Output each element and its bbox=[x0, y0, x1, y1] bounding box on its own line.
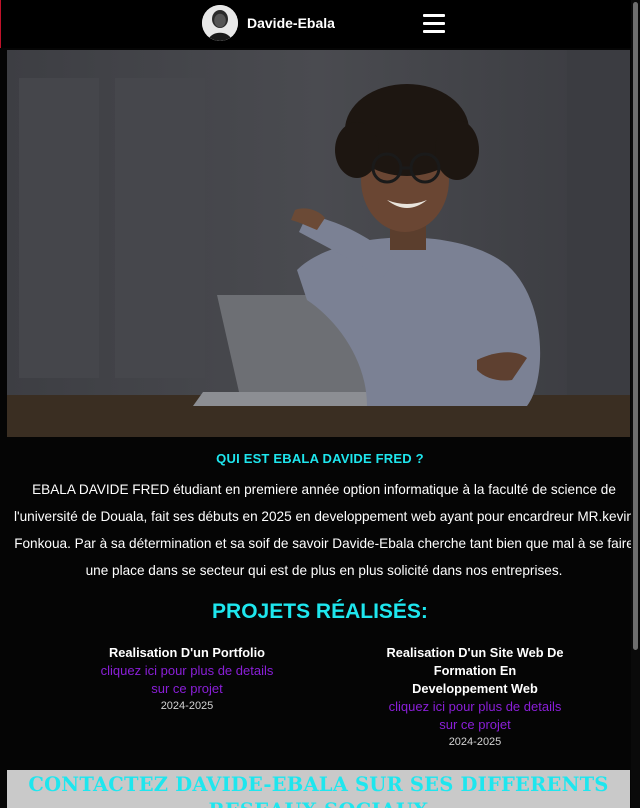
project-title: Realisation D'un Site Web De Formation E… bbox=[386, 645, 564, 696]
brand-name[interactable]: Davide-Ebala bbox=[247, 15, 335, 31]
hero-image bbox=[7, 50, 630, 437]
about-title: QUI EST EBALA DAVIDE FRED ? bbox=[216, 451, 424, 466]
project-card-portfolio: Realisation D'un Portfolio cliquez ici p… bbox=[97, 644, 277, 715]
avatar[interactable] bbox=[202, 5, 238, 41]
top-navbar: Davide-Ebala bbox=[0, 0, 640, 48]
project-date: 2024-2025 bbox=[448, 736, 502, 748]
project-details-link[interactable]: cliquez ici pour plus de details sur ce … bbox=[97, 662, 277, 698]
contact-banner: CONTACTEZ DAVIDE-EBALA SUR SES DIFFERENT… bbox=[7, 770, 630, 808]
project-details-link[interactable]: cliquez ici pour plus de details sur ce … bbox=[385, 698, 565, 734]
contact-title: CONTACTEZ DAVIDE-EBALA SUR SES DIFFERENT… bbox=[28, 773, 609, 808]
avatar-icon bbox=[202, 5, 238, 41]
page: Davide-Ebala QUI EST EBALA DAVIDE FRED ?… bbox=[0, 0, 640, 808]
vertical-scrollbar[interactable] bbox=[631, 0, 640, 808]
about-text: EBALA DAVIDE FRED étudiant en premiere a… bbox=[14, 482, 634, 578]
scrollbar-thumb[interactable] bbox=[633, 2, 638, 650]
project-card-training-site: Realisation D'un Site Web De Formation E… bbox=[385, 644, 565, 751]
projects-title: PROJETS RÉALISÉS: bbox=[212, 600, 428, 623]
project-title: Realisation D'un Portfolio bbox=[109, 645, 265, 660]
project-date: 2024-2025 bbox=[160, 700, 214, 712]
hamburger-menu-icon[interactable] bbox=[423, 13, 445, 35]
